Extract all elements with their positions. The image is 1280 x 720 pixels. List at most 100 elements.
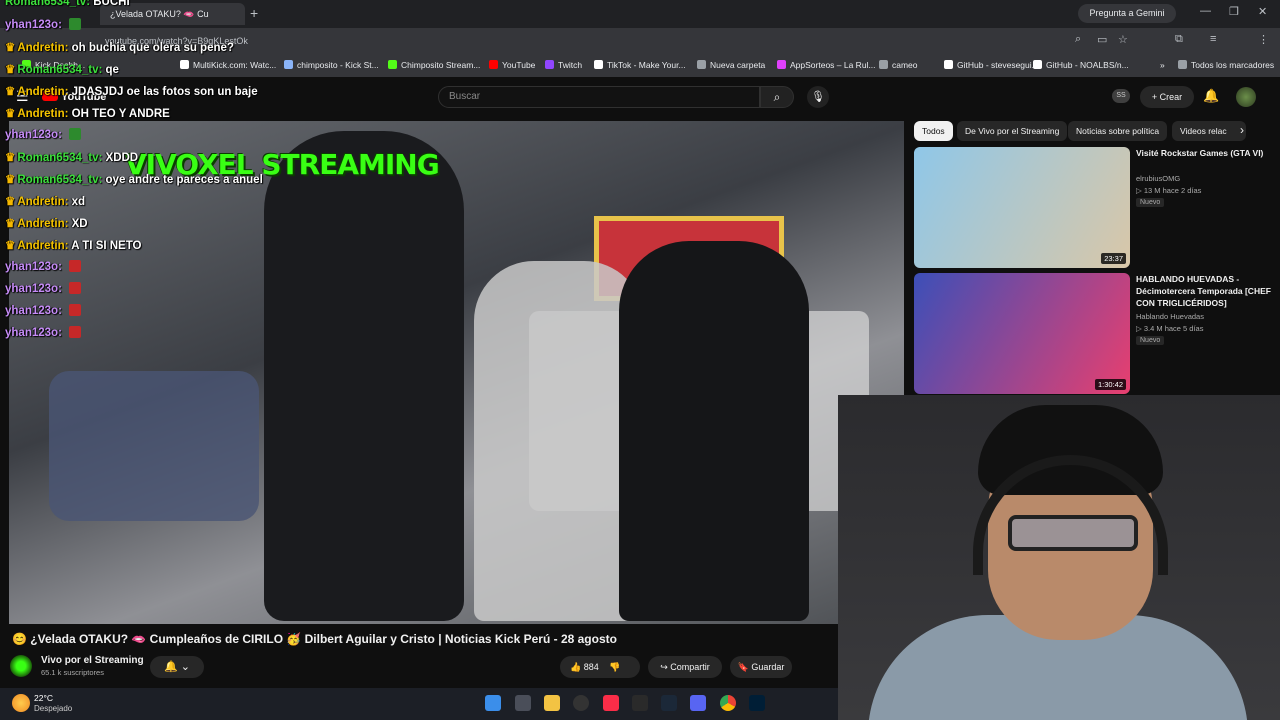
bookmark-item[interactable]: Todos los marcadores <box>1178 60 1274 70</box>
bookmark-item[interactable]: MultiKick.com: Watc... <box>180 60 276 70</box>
zoom-icon[interactable]: ⌕ <box>1075 33 1081 46</box>
chat-username: yhan123o <box>5 327 59 339</box>
discord-icon[interactable] <box>690 695 706 711</box>
reading-list-icon[interactable]: ≡ <box>1210 33 1216 45</box>
minimize-icon[interactable]: — <box>1200 5 1211 17</box>
bookmark-label: chimposito - Kick St... <box>297 60 379 70</box>
chip-politics[interactable]: Noticias sobre política <box>1068 121 1168 141</box>
bookmark-label: YouTube <box>502 60 536 70</box>
chat-username: yhan123o <box>5 129 59 141</box>
file-explorer-icon[interactable] <box>544 695 560 711</box>
weather-sun-icon[interactable] <box>12 694 30 712</box>
webcam-overlay <box>838 395 1280 720</box>
maximize-icon[interactable]: ❐ <box>1229 5 1239 18</box>
bookmark-item[interactable]: GitHub - NOALBS/n... <box>1033 60 1129 70</box>
bookmark-item[interactable]: Nueva carpeta <box>697 60 765 70</box>
chat-username: Andretin <box>17 86 65 98</box>
voice-search-button[interactable]: 🎙 <box>807 86 829 108</box>
music-icon[interactable] <box>603 695 619 711</box>
chat-separator: : <box>58 19 66 31</box>
video-player[interactable] <box>9 121 904 624</box>
like-button[interactable]: 👍 884 👎 <box>560 656 640 678</box>
search-icon: ⌕ <box>773 90 781 104</box>
chip-related[interactable]: Videos relac <box>1172 121 1246 141</box>
video-title: 😊 ¿Velada OTAKU? 🫦 Cumpleaños de CIRILO … <box>12 632 617 646</box>
recommended-channel[interactable]: elrubiusOMG <box>1136 173 1180 184</box>
chat-message: ♛ Roman6534_tv: XDDD <box>5 150 138 164</box>
more-menu-icon[interactable]: ⋮ <box>1258 33 1269 46</box>
bookmark-label: cameo <box>892 60 918 70</box>
channel-name[interactable]: Vivo por el Streaming <box>41 655 144 666</box>
extensions-icon[interactable]: ⧉ <box>1175 33 1183 46</box>
close-icon[interactable]: ✕ <box>1258 5 1267 18</box>
crown-icon: ♛ <box>5 218 16 230</box>
chat-message: yhan123o: <box>5 282 82 295</box>
chat-separator: : <box>58 327 66 339</box>
share-button[interactable]: ↪ Compartir <box>648 656 722 678</box>
channel-avatar[interactable] <box>10 655 32 677</box>
save-button[interactable]: 🔖 Guardar <box>730 656 792 678</box>
search-button[interactable]: ⌕ <box>760 86 794 108</box>
chat-message: yhan123o: <box>5 128 82 141</box>
chat-message: yhan123o: <box>5 18 82 31</box>
bookmark-label: AppSorteos – La Rul... <box>790 60 876 70</box>
chrome-icon[interactable] <box>720 695 736 711</box>
photoshop-icon[interactable] <box>749 695 765 711</box>
chip-todos[interactable]: Todos <box>914 121 953 141</box>
bookmark-favicon-icon <box>388 60 397 69</box>
search-input[interactable]: Buscar <box>438 86 760 108</box>
bookmark-label: Nueva carpeta <box>710 60 766 70</box>
bell-icon: 🔔 ⌄ <box>164 661 190 673</box>
recommended-channel[interactable]: Hablando Huevadas <box>1136 311 1204 322</box>
bookmark-item[interactable]: GitHub - stevesegui... <box>944 60 1039 70</box>
chat-username: Roman6534_tv <box>5 0 87 8</box>
recommended-thumbnail[interactable]: 23:37 <box>914 147 1130 268</box>
chat-message: ♛ Andretin: A TI SI NETO <box>5 238 142 252</box>
create-label: Crear <box>1159 92 1183 102</box>
bookmark-item[interactable]: TikTok - Make Your... <box>594 60 686 70</box>
bookmark-item[interactable]: cameo <box>879 60 918 70</box>
account-badge[interactable]: SS <box>1112 89 1130 103</box>
crown-icon: ♛ <box>5 64 16 76</box>
bookmark-label: Twitch <box>558 60 583 70</box>
notifications-bell-icon[interactable]: 🔔 <box>1203 88 1219 104</box>
bookmark-item[interactable]: » <box>1147 60 1165 70</box>
chat-text: JDASJDJ oe las fotos son un baje <box>71 86 258 98</box>
chat-message: ♛ Roman6534_tv: oye andre te pareces a an… <box>5 172 263 186</box>
recommended-thumbnail[interactable]: 1:30:42 <box>914 273 1130 394</box>
user-avatar[interactable] <box>1236 87 1256 107</box>
bookmark-item[interactable]: AppSorteos – La Rul... <box>777 60 876 70</box>
thumbs-down-icon[interactable]: 👎 <box>609 662 620 672</box>
steam-icon[interactable] <box>661 695 677 711</box>
recommended-title[interactable]: HABLANDO HUEVADAS - Décimotercera Tempor… <box>1136 273 1271 309</box>
bookmark-label: » <box>1160 60 1165 70</box>
new-tab-button[interactable]: + <box>250 5 258 21</box>
obs-icon[interactable] <box>573 695 589 711</box>
cast-icon[interactable]: ▭ <box>1097 33 1107 46</box>
bookmark-item[interactable]: Twitch <box>545 60 582 70</box>
chat-username: Andretin <box>17 108 65 120</box>
video-duration: 1:30:42 <box>1094 379 1126 390</box>
bookmark-star-icon[interactable]: ☆ <box>1118 33 1128 46</box>
chat-separator: : <box>58 129 66 141</box>
windows-start-icon[interactable] <box>485 695 501 711</box>
bookmark-item[interactable]: chimposito - Kick St... <box>284 60 379 70</box>
bookmark-item[interactable]: YouTube <box>489 60 535 70</box>
chevron-right-icon[interactable]: › <box>1240 123 1244 137</box>
chip-channel[interactable]: De Vivo por el Streaming <box>957 121 1068 141</box>
epic-games-icon[interactable] <box>632 695 648 711</box>
chat-text: XDDD <box>105 152 139 164</box>
create-button[interactable]: + Crear <box>1140 86 1194 108</box>
recommended-title[interactable]: Visité Rockstar Games (GTA VI) <box>1136 147 1271 159</box>
chat-username: yhan123o <box>5 283 59 295</box>
chat-username: yhan123o <box>5 261 59 273</box>
subscribe-bell-button[interactable]: 🔔 ⌄ <box>150 656 204 678</box>
chat-emote-icon <box>69 260 82 272</box>
bookmark-item[interactable]: Chimposito Stream... <box>388 60 480 70</box>
recommended-meta: ▷ 13 M hace 2 días <box>1136 186 1202 195</box>
bookmark-label: MultiKick.com: Watc... <box>193 60 277 70</box>
chat-username: Andretin <box>17 240 65 252</box>
chat-separator: : <box>98 64 106 76</box>
task-view-icon[interactable] <box>515 695 531 711</box>
gemini-button[interactable]: Pregunta a Gemini <box>1078 4 1176 23</box>
